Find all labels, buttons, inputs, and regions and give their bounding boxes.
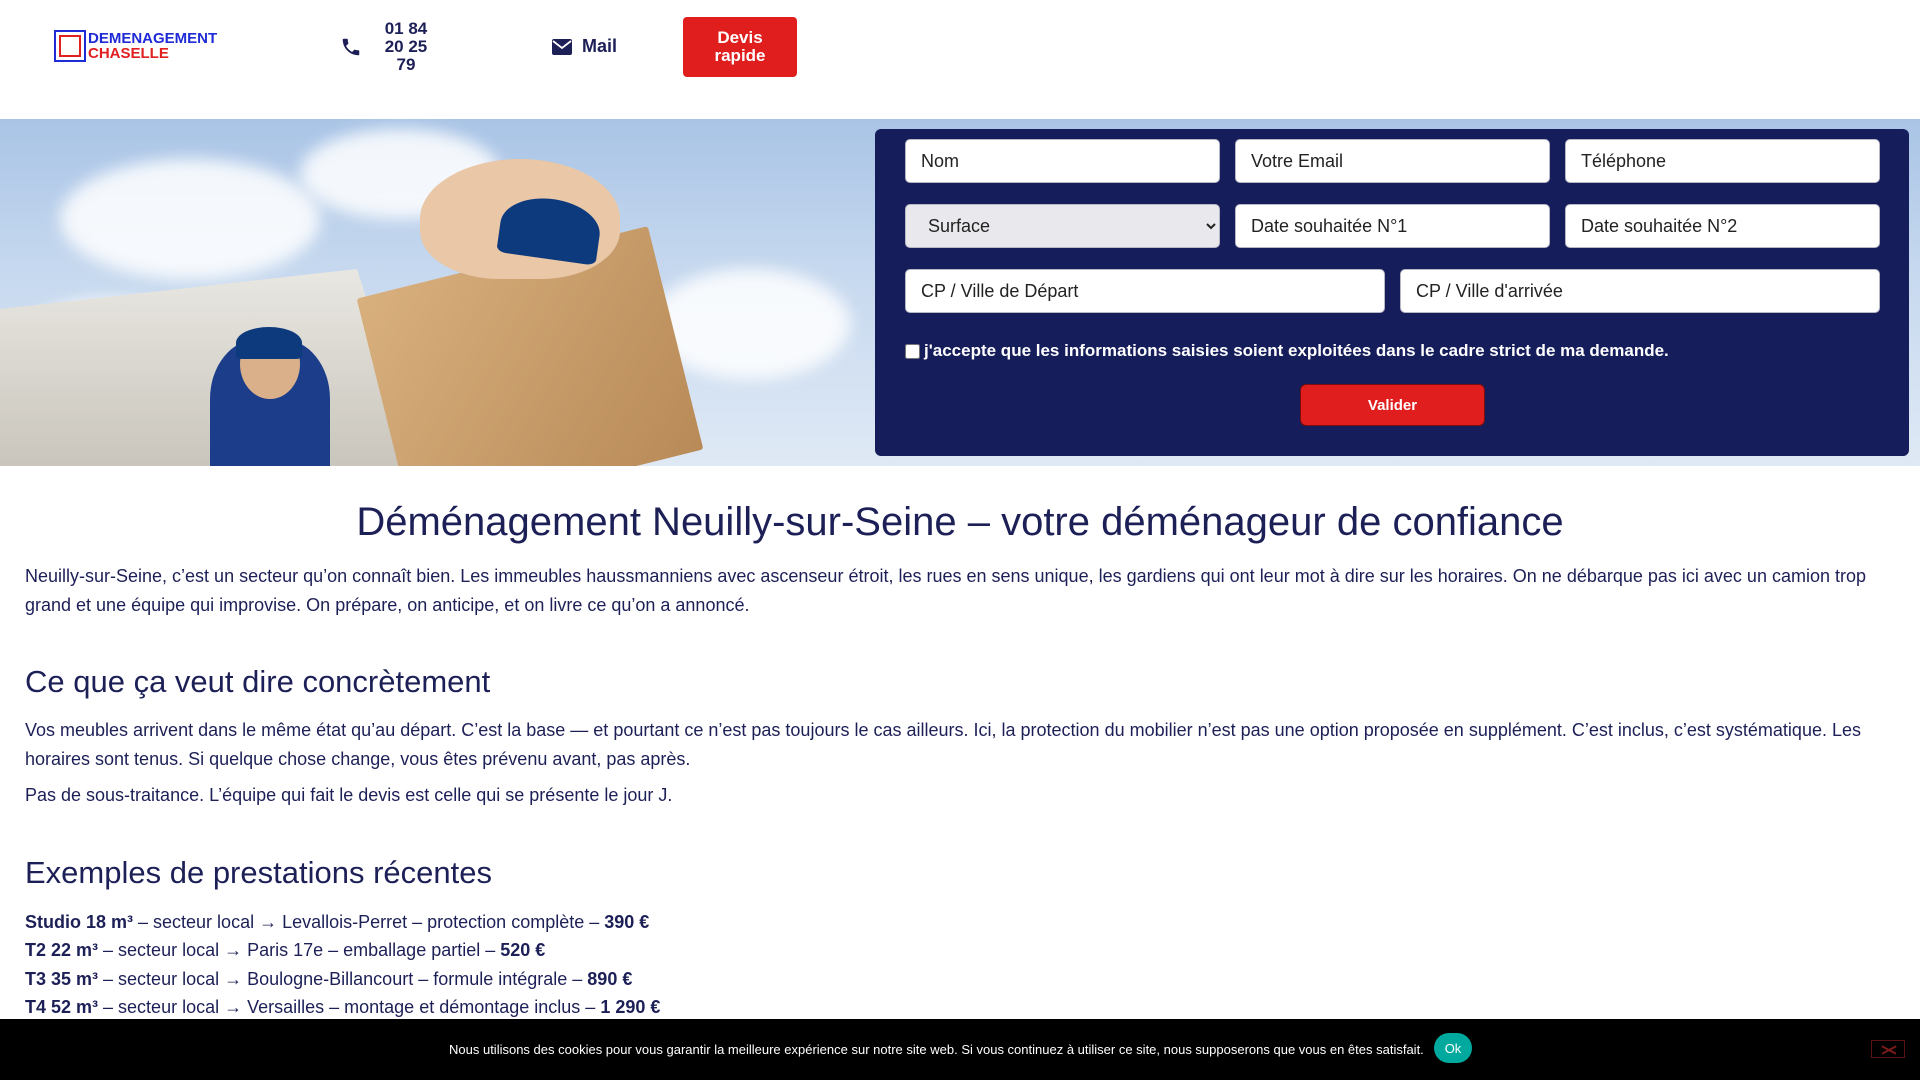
envelope-icon [552,38,572,55]
devis-line-2: rapide [714,46,766,65]
surface-select[interactable]: Surface [905,204,1220,248]
mail-link[interactable]: Mail [552,36,617,57]
example-item: T2 22 m³ – secteur local → Paris 17e – e… [25,940,545,961]
cookie-banner: Nous utilisons des cookies pour vous gar… [0,1019,1920,1080]
telephone-input[interactable] [1565,139,1880,183]
example-price: 1 290 € [600,997,661,1017]
consent-checkbox[interactable] [905,343,920,359]
section-paragraph: Vos meubles arrivent dans le même état q… [25,720,1861,769]
example-price: 520 € [500,940,546,960]
logo[interactable]: DEMENAGEMENT CHASELLE [54,30,217,62]
close-icon[interactable] [1871,1040,1905,1058]
logo-line2: CHASELLE [88,45,169,62]
devis-rapide-button[interactable]: Devis rapide [683,17,797,77]
mail-label: Mail [582,36,618,56]
date2-input[interactable] [1565,204,1880,248]
phone-line-1: 01 84 [384,19,428,38]
cloud [60,159,320,279]
consent-label[interactable]: j'accepte que les informations saisies s… [905,341,1669,361]
quote-form: Surface j'accepte que les informations s… [875,129,1909,456]
phone-line-3: 79 [396,55,416,74]
logo-text: DEMENAGEMENT CHASELLE [88,31,217,61]
phone-link[interactable]: 01 84 20 25 79 [340,20,436,74]
valider-button[interactable]: Valider [1300,384,1485,426]
example-type: T2 22 m³ [25,940,99,960]
logo-line1: DEMENAGEMENT [88,30,218,47]
phone-line-2: 20 25 [384,37,428,56]
example-price: 390 € [604,912,650,932]
logo-mark [54,30,86,62]
devis-line-1: Devis [717,28,763,47]
email-input[interactable] [1235,139,1550,183]
arrivee-input[interactable] [1400,269,1880,313]
cookie-text: Nous utilisons des cookies pour vous gar… [449,1042,1424,1057]
example-desc: – secteur local → Levallois-Perret – pro… [133,912,605,932]
example-price: 890 € [587,969,633,989]
date1-input[interactable] [1235,204,1550,248]
example-type: T3 35 m³ [25,969,99,989]
example-desc: – secteur local → Versailles – montage e… [98,997,601,1017]
mover-cap [236,327,302,359]
example-item: Studio 18 m³ – secteur local → Levallois… [25,912,649,933]
phone-icon [342,38,360,56]
page-title: Déménagement Neuilly-sur-Seine – votre d… [356,500,1564,544]
example-desc: – secteur local → Paris 17e – emballage … [98,940,501,960]
nom-input[interactable] [905,139,1220,183]
depart-input[interactable] [905,269,1385,313]
cookie-ok-button[interactable]: Ok [1434,1033,1472,1063]
consent-text: j'accepte que les informations saisies s… [924,341,1669,360]
section-heading: Ce que ça veut dire concrètement [25,664,491,699]
intro-paragraph: Neuilly-sur-Seine, c’est un secteur qu’o… [25,566,1867,615]
example-item: T4 52 m³ – secteur local → Versailles – … [25,997,660,1018]
example-type: Studio 18 m³ [25,912,134,932]
section-heading: Exemples de prestations récentes [25,855,492,890]
phone-number: 01 84 20 25 79 [376,20,436,74]
example-desc: – secteur local → Boulogne-Billancourt –… [98,969,588,989]
example-type: T4 52 m³ [25,997,99,1017]
site-header: DEMENAGEMENT CHASELLE 01 84 20 25 79 Mai… [0,0,1920,119]
hero-banner: Surface j'accepte que les informations s… [0,119,1920,466]
example-item: T3 35 m³ – secteur local → Boulogne-Bill… [25,969,632,990]
section-paragraph: Pas de sous-traitance. L’équipe qui fait… [25,785,673,805]
